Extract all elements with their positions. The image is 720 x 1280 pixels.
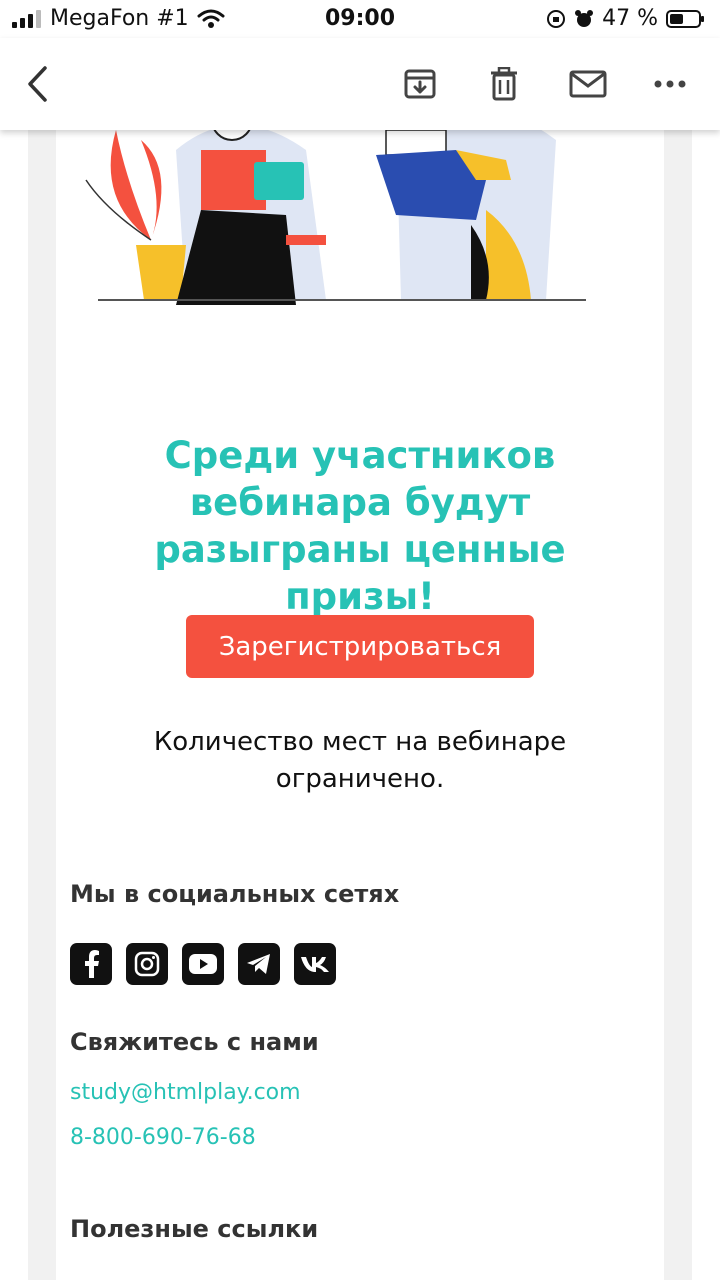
instagram-icon (134, 951, 160, 977)
vk-link[interactable] (294, 943, 336, 985)
telegram-link[interactable] (238, 943, 280, 985)
more-icon (654, 80, 686, 88)
facebook-link[interactable] (70, 943, 112, 985)
delete-button[interactable] (482, 62, 526, 106)
contact-phone-link[interactable]: 8-800-690-76-68 (70, 1125, 256, 1150)
social-section-title: Мы в социальных сетях (70, 880, 400, 908)
mail-icon (569, 70, 607, 98)
instagram-link[interactable] (126, 943, 168, 985)
battery-label: 47 % (602, 6, 658, 31)
vk-icon (301, 957, 329, 972)
battery-icon (666, 9, 704, 28)
register-button[interactable]: Зарегистрироваться (186, 615, 534, 678)
chevron-left-icon (28, 66, 47, 102)
social-links (70, 943, 336, 985)
alarm-icon (575, 9, 594, 27)
back-button[interactable] (16, 62, 60, 106)
mail-toolbar (0, 38, 720, 130)
trash-icon (491, 67, 517, 101)
status-bar: MegaFon #1 09:00 47 % (0, 0, 720, 38)
more-button[interactable] (648, 62, 692, 106)
youtube-link[interactable] (182, 943, 224, 985)
contact-section-title: Свяжитесь с нами (70, 1028, 319, 1056)
useful-links-title: Полезные ссылки (70, 1215, 319, 1243)
seats-notice: Количество мест на вебинаре ограничено. (153, 727, 567, 794)
telegram-icon (247, 954, 270, 974)
archive-button[interactable] (398, 62, 442, 106)
orientation-lock-icon (547, 9, 566, 28)
promo-headline: Среди участников вебинара будут разыгран… (154, 434, 566, 618)
contact-email-link[interactable]: study@htmlplay.com (70, 1080, 301, 1105)
facebook-icon (85, 950, 99, 978)
archive-icon (404, 69, 436, 99)
mark-unread-button[interactable] (566, 62, 610, 106)
youtube-icon (189, 954, 217, 974)
status-right: 47 % (546, 6, 706, 31)
